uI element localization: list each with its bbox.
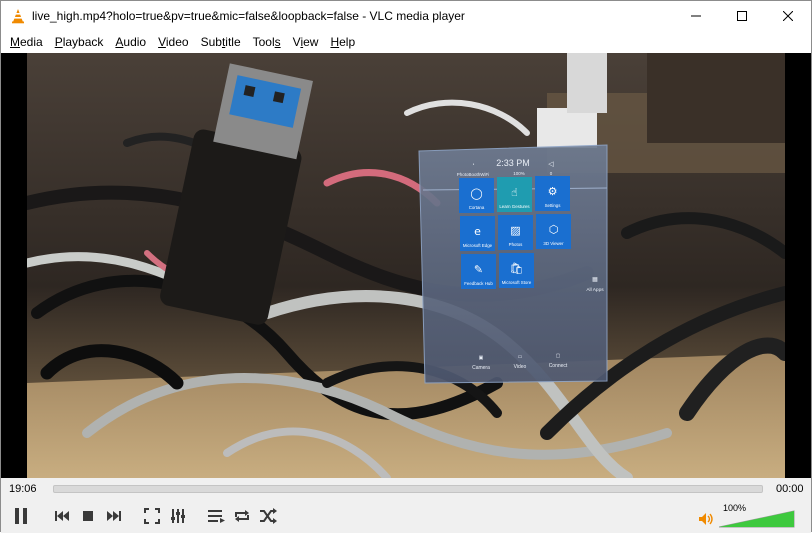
loop-button[interactable] — [229, 503, 255, 529]
elapsed-time: 19:06 — [9, 483, 37, 495]
previous-button[interactable] — [49, 503, 75, 529]
shuffle-icon — [260, 508, 277, 524]
holo-tile-label: Cortana — [469, 205, 485, 210]
holo-tile: ⬡ 3D Viewer — [536, 214, 571, 249]
shuffle-button[interactable] — [255, 503, 281, 529]
video-frame: ◔ PhotoBoothWiFi 2:33 PM 100% ◁ 0 ◯ Corta… — [27, 53, 785, 478]
playlist-button[interactable] — [203, 503, 229, 529]
pause-button[interactable] — [6, 502, 36, 530]
holo-tile-label: Photos — [509, 242, 523, 247]
fullscreen-icon — [144, 508, 160, 524]
svg-text:▢: ▢ — [556, 353, 561, 359]
next-icon — [107, 511, 121, 521]
maximize-icon — [737, 11, 747, 21]
playlist-icon — [208, 510, 225, 523]
holo-tile-label: Microsoft Store — [502, 280, 532, 285]
seek-row: 19:06 00:00 — [1, 478, 811, 500]
video-scene: ◔ PhotoBoothWiFi 2:33 PM 100% ◁ 0 ◯Corta… — [27, 53, 785, 478]
holo-tile: e Microsoft Edge — [460, 216, 495, 251]
menu-video-label: Video — [158, 35, 189, 49]
menu-bar: Media Playback Audio Video Subtitle Tool… — [1, 31, 811, 53]
menu-playback[interactable]: Playback — [49, 31, 110, 53]
holo-start-panel: ◔ PhotoBoothWiFi 2:33 PM 100% ◁ 0 ◯Corta… — [418, 144, 608, 384]
holo-tile: ◯ Cortana — [459, 178, 494, 213]
menu-subtitle[interactable]: Subtitle — [195, 31, 247, 53]
holo-tile: ⚙ Settings — [535, 176, 570, 211]
stop-button[interactable] — [75, 503, 101, 529]
vlc-cone-icon — [12, 9, 24, 24]
svg-text:◁: ◁ — [548, 161, 554, 168]
menu-tools-label: Tools — [252, 35, 281, 49]
svg-text:▭: ▭ — [518, 354, 523, 360]
menu-view-label: View — [292, 35, 319, 49]
svg-text:◯: ◯ — [470, 187, 482, 200]
close-button[interactable] — [765, 1, 811, 31]
holo-tile: ▨ Photos — [498, 215, 533, 250]
svg-text:⚙: ⚙ — [548, 185, 558, 198]
holo-connect: Connect — [549, 363, 568, 369]
title-bar: live_high.mp4?holo=true&pv=true&mic=fals… — [1, 1, 811, 31]
volume-slider[interactable] — [719, 510, 795, 528]
control-bar: 100% — [1, 500, 811, 533]
menu-media-label: Media — [10, 35, 43, 49]
minimize-button[interactable] — [673, 1, 719, 31]
stop-icon — [83, 511, 93, 521]
holo-tile-label: Settings — [545, 203, 562, 208]
seek-slider[interactable] — [53, 485, 763, 493]
svg-text:🛍: 🛍 — [510, 262, 524, 275]
holo-network: PhotoBoothWiFi — [457, 172, 490, 177]
extended-settings-button[interactable] — [165, 503, 191, 529]
extended-settings-icon — [171, 509, 185, 523]
speaker-icon[interactable] — [698, 512, 714, 526]
holo-camera: Camera — [472, 365, 490, 371]
remaining-time: 00:00 — [776, 483, 804, 495]
holo-time: 2:33 PM — [496, 158, 530, 168]
svg-text:✎: ✎ — [474, 263, 483, 276]
window-title: live_high.mp4?holo=true&pv=true&mic=fals… — [32, 9, 465, 23]
holo-tile-label: 3D Viewer — [543, 241, 564, 246]
svg-text:e: e — [474, 225, 481, 238]
holo-tile-label: Learn Gestures — [499, 204, 530, 209]
holo-tile-label: Microsoft Edge — [463, 243, 493, 248]
menu-help-label: Help — [330, 35, 356, 49]
holo-all-apps: All Apps — [586, 287, 604, 293]
close-icon — [783, 11, 793, 21]
holo-tile: ✎ Feedback Hub — [461, 254, 496, 289]
previous-icon — [55, 511, 69, 521]
next-button[interactable] — [101, 503, 127, 529]
menu-playback-label: Playback — [54, 35, 104, 49]
menu-tools[interactable]: Tools — [247, 31, 287, 53]
svg-text:◔: ◔ — [471, 162, 474, 168]
video-display[interactable]: ◔ PhotoBoothWiFi 2:33 PM 100% ◁ 0 ◯ Corta… — [1, 53, 811, 478]
svg-text:☝: ☝ — [511, 186, 518, 199]
holo-tile: 🛍 Microsoft Store — [499, 253, 534, 288]
holo-tile-label: Feedback Hub — [464, 281, 493, 286]
menu-help[interactable]: Help — [324, 31, 361, 53]
minimize-icon — [691, 15, 701, 17]
menu-media[interactable]: Media — [4, 31, 49, 53]
holo-battery: 100% — [513, 171, 525, 176]
svg-text:▣: ▣ — [479, 355, 484, 361]
holo-video: Video — [514, 364, 527, 370]
menu-audio-label: Audio — [115, 35, 147, 49]
svg-text:⬡: ⬡ — [549, 223, 559, 236]
vlc-window: live_high.mp4?holo=true&pv=true&mic=fals… — [0, 0, 812, 533]
loop-icon — [235, 510, 249, 522]
holo-tile: ☝ Learn Gestures — [497, 177, 532, 212]
menu-audio[interactable]: Audio — [109, 31, 152, 53]
menu-video[interactable]: Video — [152, 31, 194, 53]
fullscreen-button[interactable] — [139, 503, 165, 529]
svg-text:▦: ▦ — [592, 277, 598, 283]
svg-text:▨: ▨ — [510, 224, 520, 237]
pause-icon — [15, 508, 27, 524]
menu-subtitle-label: Subtitle — [200, 35, 241, 49]
menu-view[interactable]: View — [287, 31, 325, 53]
maximize-button[interactable] — [719, 1, 765, 31]
